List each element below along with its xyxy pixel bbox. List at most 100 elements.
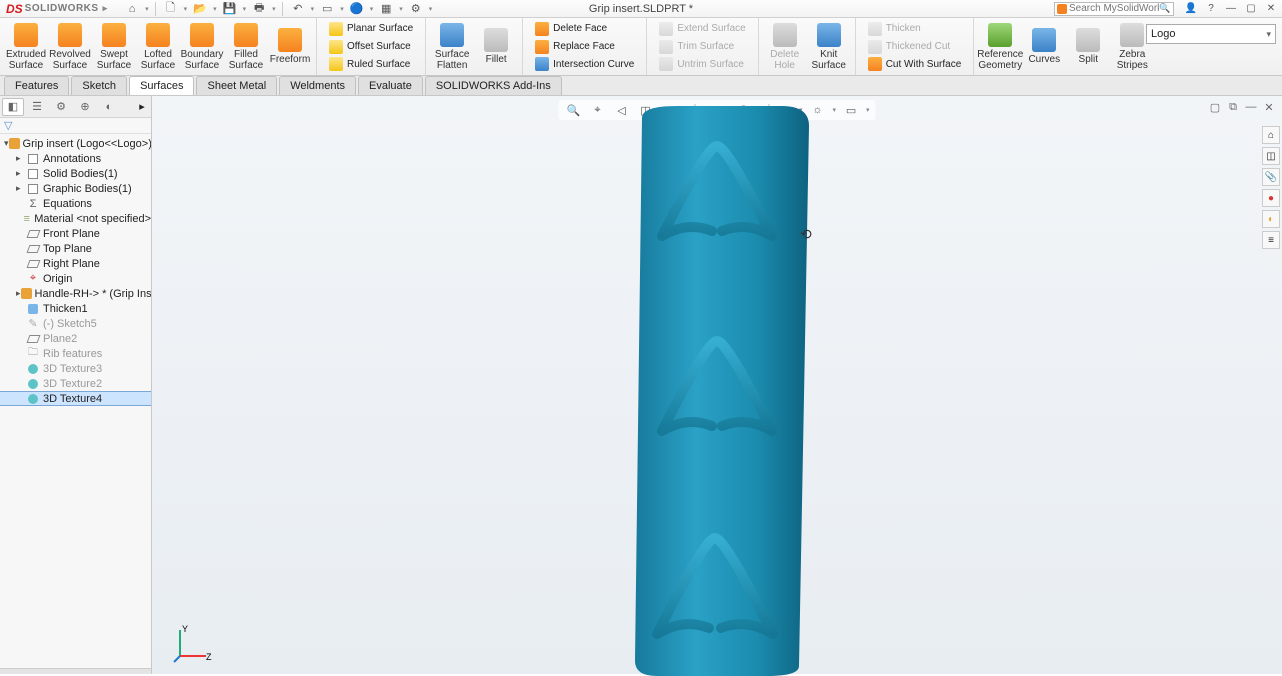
- rebuild-icon-dropdown[interactable]: ▾: [370, 5, 374, 13]
- vp-link-icon[interactable]: ⧉: [1226, 100, 1240, 114]
- restore-icon[interactable]: ▢: [1244, 2, 1258, 16]
- tree-root[interactable]: ▾Grip insert (Logo<<Logo>)-> *: [0, 136, 151, 151]
- print-icon-dropdown[interactable]: ▾: [272, 5, 276, 13]
- delete-face-button[interactable]: Delete Face: [531, 21, 638, 38]
- tree-material[interactable]: ≡Material <not specified>: [0, 211, 151, 226]
- new-icon[interactable]: 🗋: [162, 1, 180, 17]
- save-icon-dropdown[interactable]: ▾: [243, 5, 247, 13]
- filter-icon[interactable]: ▽: [4, 119, 12, 132]
- search-go-icon[interactable]: 🔍: [1159, 3, 1170, 14]
- rb-custom-button[interactable]: ≡: [1262, 231, 1280, 249]
- tree-thicken1[interactable]: Thicken1: [0, 301, 151, 316]
- rebuild-icon[interactable]: 🔵: [348, 1, 366, 17]
- tab-surfaces[interactable]: Surfaces: [129, 76, 194, 95]
- close-icon[interactable]: ✕: [1264, 2, 1278, 16]
- boundary-surface-button[interactable]: BoundarySurface: [180, 19, 224, 75]
- tree-solid-bodies[interactable]: ▸Solid Bodies(1): [0, 166, 151, 181]
- view-settings-icon-dropdown[interactable]: ▾: [866, 106, 870, 114]
- tree-top-plane[interactable]: Top Plane: [0, 241, 151, 256]
- tree-graphic-bodies[interactable]: ▸Graphic Bodies(1): [0, 181, 151, 196]
- graphics-viewport[interactable]: 🔍⌖◁◫▣▾◧▾👁▾●▾☼▾▭▾ ▢⧉—✕ ⌂◫📎●◐≡: [152, 96, 1282, 674]
- open-icon[interactable]: 📂: [191, 1, 209, 17]
- tab-weldments[interactable]: Weldments: [279, 76, 356, 95]
- tree-plane2[interactable]: Plane2: [0, 331, 151, 346]
- tree-3dtex4[interactable]: 3D Texture4: [0, 391, 151, 406]
- revolved-surface-button[interactable]: RevolvedSurface: [48, 19, 92, 75]
- tree-rib-features[interactable]: 🗀Rib features: [0, 346, 151, 361]
- tree-origin[interactable]: ⌖Origin: [0, 271, 151, 286]
- home-icon-dropdown[interactable]: ▾: [145, 5, 149, 13]
- vp-min-icon[interactable]: —: [1244, 100, 1258, 114]
- zoom-fit-icon[interactable]: 🔍: [564, 102, 582, 118]
- open-icon-dropdown[interactable]: ▾: [213, 5, 217, 13]
- tree-annotations-twisty-icon[interactable]: ▸: [16, 153, 26, 164]
- filled-surface-button[interactable]: FilledSurface: [224, 19, 268, 75]
- ruled-surface-button[interactable]: Ruled Surface: [325, 56, 417, 73]
- lofted-surface-button[interactable]: LoftedSurface: [136, 19, 180, 75]
- orientation-triad[interactable]: Y Z: [172, 624, 212, 664]
- swept-surface-button[interactable]: SweptSurface: [92, 19, 136, 75]
- search-box[interactable]: 🔍: [1054, 2, 1174, 16]
- tree-3dtex3[interactable]: 3D Texture3: [0, 361, 151, 376]
- tree-3dtex2[interactable]: 3D Texture2: [0, 376, 151, 391]
- surface-flatten-button[interactable]: SurfaceFlatten: [430, 19, 474, 75]
- tree-graphic-bodies-twisty-icon[interactable]: ▸: [16, 183, 26, 194]
- reference-geometry-button[interactable]: ReferenceGeometry: [978, 19, 1022, 75]
- rb-home-button[interactable]: ⌂: [1262, 126, 1280, 144]
- help-icon[interactable]: ?: [1204, 2, 1218, 16]
- print-icon[interactable]: 🖶: [250, 1, 268, 17]
- curves-button[interactable]: Curves: [1022, 19, 1066, 75]
- options-icon[interactable]: ▦: [377, 1, 395, 17]
- fillet-button[interactable]: Fillet: [474, 19, 518, 75]
- tab-features[interactable]: Features: [4, 76, 69, 95]
- rb-cube-button[interactable]: ◫: [1262, 147, 1280, 165]
- settings-icon-dropdown[interactable]: ▾: [429, 5, 433, 13]
- tree-equations[interactable]: ΣEquations: [0, 196, 151, 211]
- tree-front-plane[interactable]: Front Plane: [0, 226, 151, 241]
- offset-surface-button[interactable]: Offset Surface: [325, 38, 417, 55]
- tree-right-plane[interactable]: Right Plane: [0, 256, 151, 271]
- rb-decal-button[interactable]: ◐: [1262, 210, 1280, 228]
- tab-evaluate[interactable]: Evaluate: [358, 76, 423, 95]
- tree-annotations[interactable]: ▸Annotations: [0, 151, 151, 166]
- settings-icon[interactable]: ⚙: [407, 1, 425, 17]
- pm-tab[interactable]: ☰: [26, 98, 48, 116]
- tab-sheet-metal[interactable]: Sheet Metal: [196, 76, 277, 95]
- disp-tab[interactable]: ◐: [98, 98, 120, 116]
- search-input[interactable]: [1069, 3, 1159, 14]
- vp-restore-icon[interactable]: ▢: [1208, 100, 1222, 114]
- panel-splitter[interactable]: [0, 668, 151, 674]
- tab-addins[interactable]: SOLIDWORKS Add-Ins: [425, 76, 562, 95]
- config-dropdown[interactable]: Logo ▾: [1146, 24, 1276, 44]
- select-icon-dropdown[interactable]: ▾: [340, 5, 344, 13]
- planar-surface-button[interactable]: Planar Surface: [325, 21, 417, 38]
- extruded-surface-button[interactable]: ExtrudedSurface: [4, 19, 48, 75]
- feature-tree[interactable]: ▾Grip insert (Logo<<Logo>)-> *▸Annotatio…: [0, 134, 151, 668]
- new-icon-dropdown[interactable]: ▾: [184, 5, 188, 13]
- minimize-icon[interactable]: —: [1224, 2, 1238, 16]
- undo-icon-dropdown[interactable]: ▾: [311, 5, 315, 13]
- split-button[interactable]: Split: [1066, 19, 1110, 75]
- tree-solid-bodies-twisty-icon[interactable]: ▸: [16, 168, 26, 179]
- options-icon-dropdown[interactable]: ▾: [399, 5, 403, 13]
- login-icon[interactable]: 👤: [1184, 2, 1198, 16]
- cut-with-surface-button[interactable]: Cut With Surface: [864, 56, 966, 73]
- vp-close-icon[interactable]: ✕: [1262, 100, 1276, 114]
- tree-handle-rh[interactable]: ▸Handle-RH-> * (Grip Insert): [0, 286, 151, 301]
- undo-icon[interactable]: ↶: [289, 1, 307, 17]
- home-icon[interactable]: ⌂: [123, 1, 141, 17]
- cfg-tab[interactable]: ⚙: [50, 98, 72, 116]
- freeform-button[interactable]: Freeform: [268, 19, 312, 75]
- tab-sketch[interactable]: Sketch: [71, 76, 127, 95]
- replace-face-button[interactable]: Replace Face: [531, 38, 638, 55]
- fm-tab[interactable]: ◧: [2, 98, 24, 116]
- intersection-curve-button[interactable]: Intersection Curve: [531, 56, 638, 73]
- tree-sketch5[interactable]: ✎(-) Sketch5: [0, 316, 151, 331]
- panel-expand-icon[interactable]: ▸: [135, 100, 149, 113]
- save-icon[interactable]: 💾: [221, 1, 239, 17]
- chevron-right-icon[interactable]: ▸: [103, 3, 108, 14]
- dim-tab[interactable]: ⊕: [74, 98, 96, 116]
- select-icon[interactable]: ▭: [318, 1, 336, 17]
- knit-surface-button[interactable]: KnitSurface: [807, 19, 851, 75]
- rb-clip-button[interactable]: 📎: [1262, 168, 1280, 186]
